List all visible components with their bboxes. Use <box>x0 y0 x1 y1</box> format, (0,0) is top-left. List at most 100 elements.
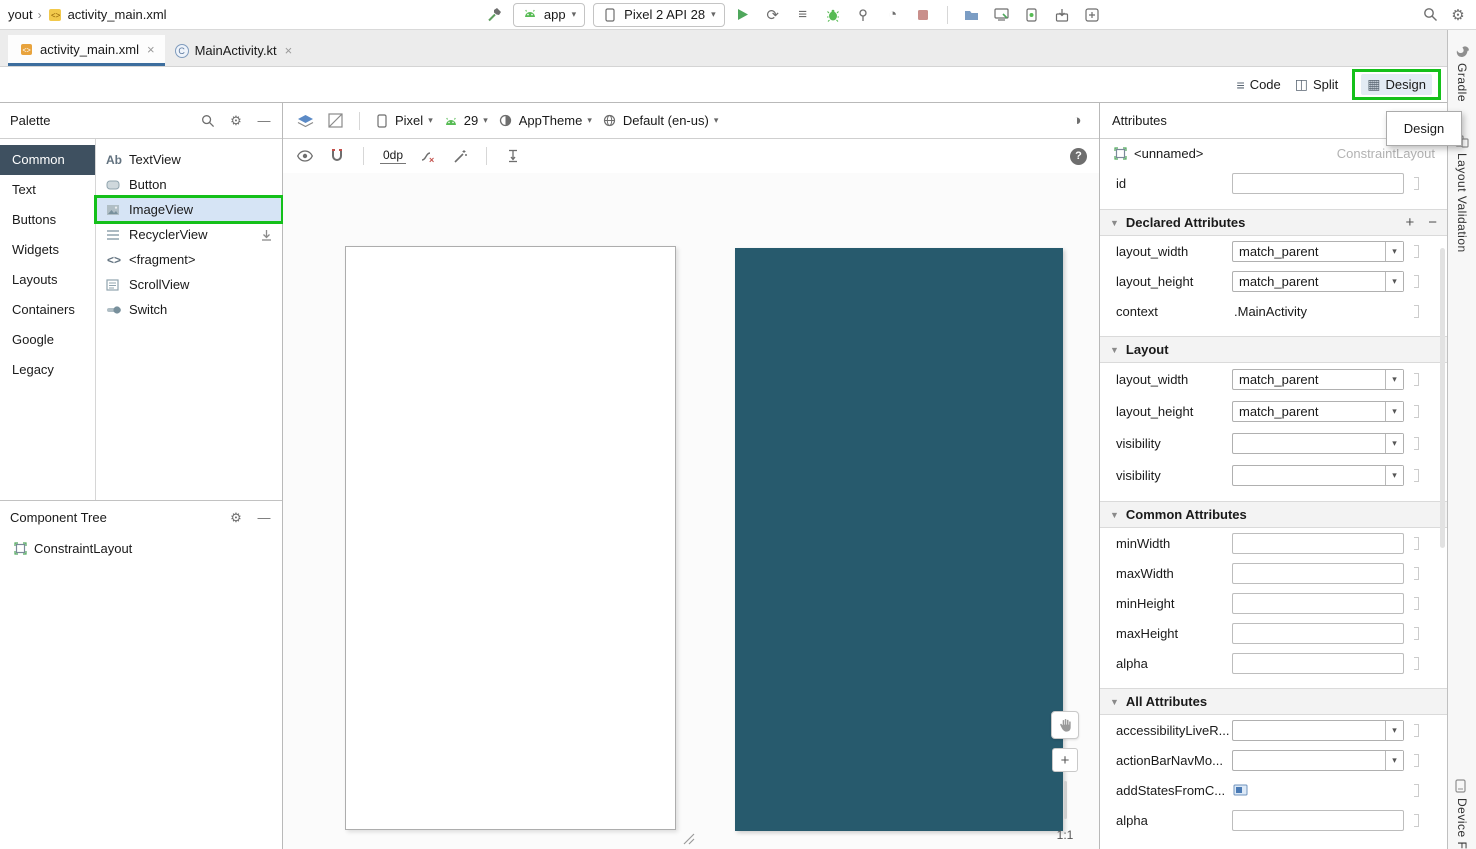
component-tree-gear-icon[interactable]: ⚙ <box>228 510 244 526</box>
locale-select[interactable]: Default (en-us) ▾ <box>602 113 719 129</box>
boolean-flag-icon[interactable] <box>1232 782 1248 798</box>
device-for-preview-select[interactable]: Pixel ▾ <box>374 113 433 129</box>
default-margin-button[interactable]: 0dp <box>380 148 406 164</box>
component-button[interactable]: Button <box>96 172 282 197</box>
attr-value-combo[interactable]: match_parent ▾ <box>1232 271 1404 292</box>
category-common[interactable]: Common <box>0 145 95 175</box>
tab-activity-main-xml[interactable]: <> activity_main.xml × <box>8 35 165 66</box>
chevron-down-icon[interactable]: ▾ <box>1385 434 1403 453</box>
blueprint-view-device[interactable] <box>735 248 1063 831</box>
design-view-device[interactable] <box>345 246 676 830</box>
sdk-manager-icon[interactable] <box>1052 5 1072 25</box>
zoom-scrollbar[interactable] <box>1064 781 1067 819</box>
device-file-explorer-tab[interactable]: Device F <box>1455 798 1469 849</box>
problems-icon[interactable] <box>1082 5 1102 25</box>
code-mode-button[interactable]: ≡ Code <box>1237 77 1281 93</box>
attr-value-input[interactable] <box>1232 593 1404 614</box>
chevron-down-icon[interactable]: ▾ <box>1385 751 1403 770</box>
layout-inspector-icon[interactable] <box>992 5 1012 25</box>
panel-toggle-icon[interactable]: ◑ <box>1067 111 1087 131</box>
profile-button[interactable]: ◔ <box>883 5 903 25</box>
breadcrumb-file[interactable]: activity_main.xml <box>68 7 167 22</box>
category-text[interactable]: Text <box>0 175 95 205</box>
category-layouts[interactable]: Layouts <box>0 265 95 295</box>
chevron-down-icon[interactable]: ▾ <box>1385 272 1403 291</box>
id-input[interactable] <box>1232 173 1404 194</box>
section-common-attributes[interactable]: ▼ Common Attributes <box>1100 501 1447 528</box>
palette-gear-icon[interactable]: ⚙ <box>228 113 244 129</box>
attr-value-combo[interactable]: ▾ <box>1232 720 1404 741</box>
gradle-tab[interactable]: Gradle <box>1455 63 1469 102</box>
section-declared-attributes[interactable]: ▼ Declared Attributes + − <box>1100 209 1447 236</box>
view-options-layers-icon[interactable] <box>295 111 315 131</box>
theme-select[interactable]: AppTheme ▾ <box>498 113 592 129</box>
layout-validation-tab[interactable]: Layout Validation <box>1455 153 1469 253</box>
blueprint-toggle-icon[interactable] <box>325 111 345 131</box>
pan-hand-button[interactable] <box>1051 711 1079 739</box>
attr-value[interactable]: .MainActivity <box>1232 304 1307 319</box>
component-tree-minimize-icon[interactable]: — <box>256 510 272 526</box>
clear-constraints-icon[interactable]: × <box>418 146 438 166</box>
attr-value-combo[interactable]: match_parent ▾ <box>1232 369 1404 390</box>
device-manager-icon[interactable] <box>1022 5 1042 25</box>
device-file-explorer-icon[interactable] <box>962 5 982 25</box>
view-eye-icon[interactable] <box>295 146 315 166</box>
attr-value-combo[interactable]: match_parent ▾ <box>1232 401 1404 422</box>
design-mode-button[interactable]: ▦ Design <box>1361 74 1432 95</box>
split-mode-button[interactable]: ◫ Split <box>1295 76 1339 93</box>
close-icon[interactable]: × <box>147 42 155 57</box>
close-icon[interactable]: × <box>285 43 293 58</box>
component-recyclerview[interactable]: RecyclerView <box>96 222 282 247</box>
chevron-down-icon[interactable]: ▾ <box>1385 721 1403 740</box>
run-button[interactable] <box>733 5 753 25</box>
attr-value-combo[interactable]: ▾ <box>1232 465 1404 486</box>
add-attribute-button[interactable]: + <box>1405 214 1414 231</box>
infer-constraints-icon[interactable] <box>450 146 470 166</box>
chevron-down-icon[interactable]: ▾ <box>1385 370 1403 389</box>
tab-mainactivity-kt[interactable]: C MainActivity.kt × <box>165 35 303 66</box>
component-imageview[interactable]: ImageView <box>96 197 282 222</box>
attr-value-input[interactable] <box>1232 653 1404 674</box>
zoom-in-button[interactable]: + <box>1052 748 1078 772</box>
attr-value-input[interactable] <box>1232 533 1404 554</box>
chevron-down-icon[interactable]: ▾ <box>1385 466 1403 485</box>
category-legacy[interactable]: Legacy <box>0 355 95 385</box>
attr-value-input[interactable] <box>1232 563 1404 584</box>
build-hammer-icon[interactable] <box>485 5 505 25</box>
category-buttons[interactable]: Buttons <box>0 205 95 235</box>
tree-item-constraintlayout[interactable]: ConstraintLayout <box>0 534 282 562</box>
pack-align-icon[interactable] <box>503 146 523 166</box>
component-textview[interactable]: Ab TextView <box>96 147 282 172</box>
palette-search-icon[interactable] <box>200 113 216 129</box>
search-everywhere-icon[interactable] <box>1420 5 1440 25</box>
category-containers[interactable]: Containers <box>0 295 95 325</box>
stop-button[interactable] <box>913 5 933 25</box>
component-fragment[interactable]: <> <fragment> <box>96 247 282 272</box>
attach-debugger-icon[interactable] <box>853 5 873 25</box>
run-configuration-select[interactable]: app ▾ <box>513 3 585 27</box>
chevron-down-icon[interactable]: ▾ <box>1385 242 1403 261</box>
section-layout[interactable]: ▼ Layout <box>1100 336 1447 363</box>
settings-gear-icon[interactable]: ⚙ <box>1448 5 1468 25</box>
help-icon[interactable]: ? <box>1070 148 1087 165</box>
component-scrollview[interactable]: ScrollView <box>96 272 282 297</box>
attr-value-combo[interactable]: ▾ <box>1232 750 1404 771</box>
attr-value-input[interactable] <box>1232 810 1404 831</box>
device-select[interactable]: Pixel 2 API 28 ▾ <box>593 3 724 27</box>
attr-value-combo[interactable]: match_parent ▾ <box>1232 241 1404 262</box>
component-switch[interactable]: Switch <box>96 297 282 322</box>
apply-changes-icon[interactable]: ⟳ <box>763 5 783 25</box>
remove-attribute-button[interactable]: − <box>1428 214 1437 231</box>
section-all-attributes[interactable]: ▼ All Attributes <box>1100 688 1447 715</box>
apply-code-changes-icon[interactable]: ≡ <box>793 5 813 25</box>
category-widgets[interactable]: Widgets <box>0 235 95 265</box>
attributes-scrollbar[interactable] <box>1440 248 1445 548</box>
chevron-down-icon[interactable]: ▾ <box>1385 402 1403 421</box>
device-resize-handle[interactable] <box>683 833 695 845</box>
debug-button[interactable] <box>823 5 843 25</box>
category-google[interactable]: Google <box>0 325 95 355</box>
zoom-actual-size-button[interactable]: 1:1 <box>1057 828 1074 842</box>
breadcrumb-prefix[interactable]: yout <box>8 7 33 22</box>
autoconnect-magnet-icon[interactable] <box>327 146 347 166</box>
attr-value-combo[interactable]: ▾ <box>1232 433 1404 454</box>
